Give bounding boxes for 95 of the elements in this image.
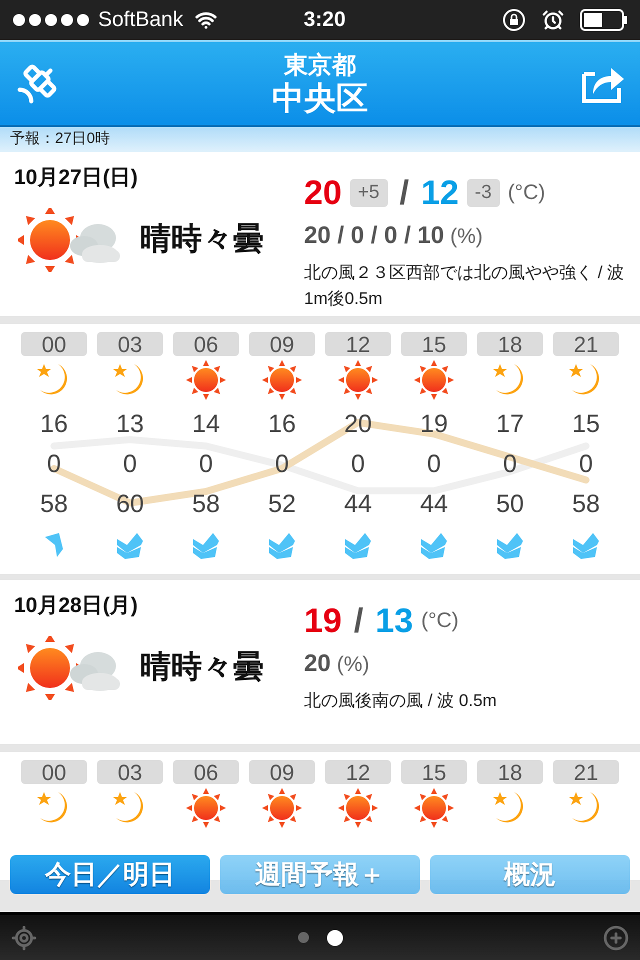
sun-icon bbox=[262, 360, 302, 400]
high-difference-badge: +5 bbox=[350, 178, 388, 208]
hour-label: 03 bbox=[97, 332, 163, 356]
temperature-separator: / bbox=[352, 604, 364, 638]
carrier-label: SoftBank bbox=[98, 7, 184, 34]
prefecture-title: 東京都 bbox=[284, 54, 356, 78]
hour-humidity: 50 bbox=[496, 489, 524, 520]
wifi-icon bbox=[195, 9, 218, 31]
wind-arrow-icon bbox=[191, 531, 221, 559]
hour-label: 03 bbox=[97, 760, 163, 784]
hour-precipitation: 0 bbox=[199, 449, 213, 480]
hour-humidity: 52 bbox=[268, 489, 296, 520]
temperature-unit: (°C) bbox=[508, 180, 546, 206]
hour-temperature: 14 bbox=[192, 409, 220, 440]
sun-cloud-icon bbox=[18, 636, 122, 700]
hour-temperature: 16 bbox=[268, 409, 296, 440]
precipitation-values: 20 / 0 / 0 / 10 bbox=[304, 221, 444, 251]
hour-temperature: 20 bbox=[344, 409, 372, 440]
rotation-lock-icon bbox=[502, 8, 526, 32]
hour-label: 00 bbox=[21, 760, 87, 784]
precipitation-unit: (%) bbox=[450, 224, 483, 250]
wind-arrow-icon bbox=[115, 531, 145, 559]
low-temperature: 12 bbox=[420, 176, 459, 210]
wind-arrow-icon bbox=[571, 531, 601, 559]
hour-temperature: 16 bbox=[40, 409, 68, 440]
hour-precipitation: 0 bbox=[47, 449, 61, 480]
sun-icon bbox=[338, 360, 378, 400]
high-temperature: 20 bbox=[304, 176, 342, 210]
weather-label: 晴時々曇 bbox=[140, 220, 264, 258]
date-label: 10月27日(日) bbox=[14, 165, 139, 191]
hour-humidity: 44 bbox=[344, 489, 372, 520]
precipitation-unit: (%) bbox=[336, 652, 370, 678]
signal-dots-icon bbox=[12, 13, 90, 27]
wind-arrow-icon bbox=[267, 531, 297, 559]
alarm-icon bbox=[542, 9, 564, 31]
hour-label: 15 bbox=[401, 332, 467, 356]
sun-icon bbox=[186, 360, 226, 400]
hour-label: 09 bbox=[249, 760, 315, 784]
hour-humidity: 58 bbox=[40, 489, 68, 520]
wind-arrow-icon bbox=[43, 531, 65, 559]
wind-arrow-icon bbox=[495, 531, 525, 559]
hour-temperature: 13 bbox=[116, 409, 144, 440]
battery-icon bbox=[580, 9, 628, 31]
hour-label: 00 bbox=[21, 332, 87, 356]
hour-humidity: 58 bbox=[572, 489, 600, 520]
hour-label: 18 bbox=[477, 760, 543, 784]
date-label: 10月28日(月) bbox=[14, 593, 139, 619]
hour-humidity: 58 bbox=[192, 489, 220, 520]
hour-label: 09 bbox=[249, 332, 315, 356]
sun-icon bbox=[414, 360, 454, 400]
sun-icon bbox=[186, 788, 226, 828]
hour-precipitation: 0 bbox=[123, 449, 137, 480]
city-title: 中央区 bbox=[272, 82, 368, 114]
temperature-separator: / bbox=[398, 176, 410, 210]
high-temperature: 19 bbox=[304, 604, 342, 638]
hour-temperature: 15 bbox=[572, 409, 600, 440]
wind-arrow-icon bbox=[343, 531, 373, 559]
forecast-time-label: 予報：27日0時 bbox=[10, 129, 110, 150]
hour-precipitation: 0 bbox=[503, 449, 517, 480]
hour-label: 12 bbox=[325, 332, 391, 356]
wind-wave-text: 北の風２３区西部では北の風やや強く / 波 1m後0.5m bbox=[304, 262, 626, 310]
hour-label: 21 bbox=[553, 332, 619, 356]
locate-button[interactable] bbox=[10, 924, 38, 952]
sun-icon bbox=[338, 788, 378, 828]
time-label: 3:20 bbox=[304, 7, 346, 34]
low-difference-badge: -3 bbox=[466, 178, 500, 208]
tab-button[interactable]: 週間予報＋ bbox=[220, 855, 420, 894]
hour-humidity: 44 bbox=[420, 489, 448, 520]
weather-label: 晴時々曇 bbox=[140, 648, 264, 686]
hour-precipitation: 0 bbox=[427, 449, 441, 480]
hour-label: 18 bbox=[477, 332, 543, 356]
temperature-unit: (°C) bbox=[421, 608, 459, 634]
locate-icon bbox=[11, 924, 37, 950]
hour-humidity: 60 bbox=[116, 489, 144, 520]
add-button[interactable] bbox=[602, 924, 630, 952]
sun-icon bbox=[414, 788, 454, 828]
hour-precipitation: 0 bbox=[275, 449, 289, 480]
sun-icon bbox=[262, 788, 302, 828]
wind-wave-text: 北の風後南の風 / 波 0.5m bbox=[304, 690, 498, 712]
sun-cloud-icon bbox=[18, 208, 122, 272]
hour-temperature: 17 bbox=[496, 409, 524, 440]
hour-label: 06 bbox=[173, 760, 239, 784]
hour-label: 12 bbox=[325, 760, 391, 784]
hour-precipitation: 0 bbox=[351, 449, 365, 480]
hour-precipitation: 0 bbox=[579, 449, 593, 480]
hour-label: 15 bbox=[401, 760, 467, 784]
low-temperature: 13 bbox=[375, 604, 414, 638]
tab-button[interactable]: 概況 bbox=[430, 855, 630, 894]
wind-arrow-icon bbox=[419, 531, 449, 559]
hour-label: 21 bbox=[553, 760, 619, 784]
precipitation-values: 20 bbox=[304, 649, 331, 679]
hour-temperature: 19 bbox=[420, 409, 448, 440]
tab-button[interactable]: 今日／明日 bbox=[10, 855, 210, 894]
add-icon bbox=[603, 924, 629, 950]
hour-label: 06 bbox=[173, 332, 239, 356]
